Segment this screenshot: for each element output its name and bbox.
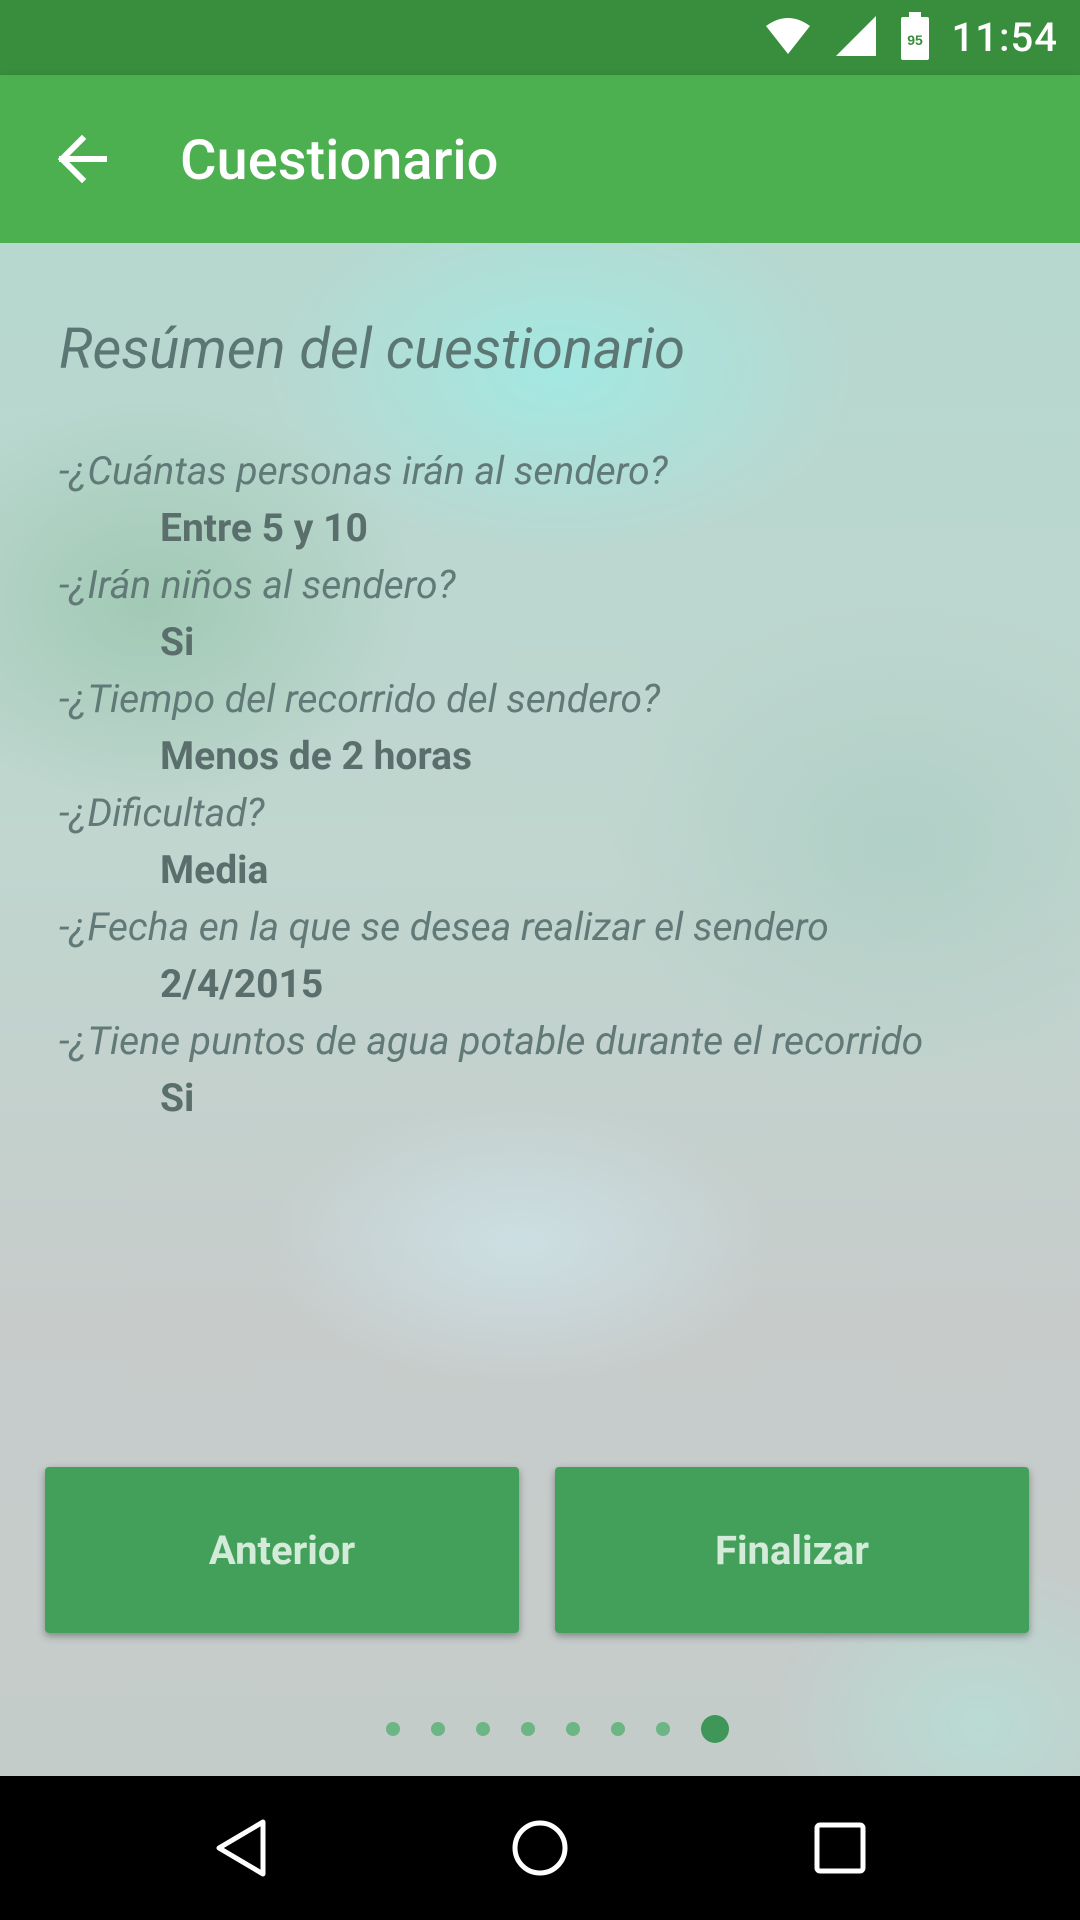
arrow-left-icon <box>54 134 114 191</box>
page-dot <box>475 1722 490 1736</box>
wifi-icon <box>764 16 812 60</box>
clock: 11:54 <box>951 14 1058 61</box>
answer-difficulty: Media <box>160 847 269 893</box>
page-indicator <box>0 1715 1080 1743</box>
back-triangle-icon[interactable] <box>207 1814 275 1882</box>
answer-people-count: Entre 5 y 10 <box>160 505 368 551</box>
back-button[interactable] <box>54 131 114 187</box>
page-dot <box>385 1722 400 1736</box>
app-bar: Cuestionario <box>0 75 1080 243</box>
battery-level: 95 <box>907 32 923 48</box>
recents-square-icon[interactable] <box>806 1814 874 1882</box>
battery-icon: 95 <box>900 11 930 64</box>
page-dot <box>430 1722 445 1736</box>
status-icons: 95 11:54 <box>764 0 1058 75</box>
navigation-bar <box>0 1776 1080 1920</box>
page-dot-active <box>700 1715 729 1743</box>
question-people-count: -¿Cuántas personas irán al sendero? <box>59 448 668 494</box>
question-water-points: -¿Tiene puntos de agua potable durante e… <box>59 1018 924 1064</box>
answer-water-points: Si <box>160 1075 195 1121</box>
page-dot <box>520 1722 535 1736</box>
status-bar: 95 11:54 <box>0 0 1080 75</box>
question-difficulty: -¿Dificultad? <box>59 790 265 836</box>
answer-children: Si <box>160 619 195 665</box>
finish-button[interactable]: Finalizar <box>555 1467 1029 1633</box>
question-duration: -¿Tiempo del recorrido del sendero? <box>59 676 661 722</box>
questionnaire-summary: Resúmen del cuestionario -¿Cuántas perso… <box>0 243 1080 1776</box>
page-dot <box>565 1722 580 1736</box>
answer-date: 2/4/2015 <box>160 961 324 1007</box>
page-title: Cuestionario <box>180 127 499 193</box>
question-date: -¿Fecha en la que se desea realizar el s… <box>59 904 829 950</box>
cell-signal-icon <box>834 14 878 62</box>
summary-title: Resúmen del cuestionario <box>59 316 686 382</box>
previous-button[interactable]: Anterior <box>45 1467 519 1633</box>
answer-duration: Menos de 2 horas <box>160 733 472 779</box>
home-circle-icon[interactable] <box>506 1814 574 1882</box>
page-dot <box>655 1722 670 1736</box>
page-dot <box>610 1722 625 1736</box>
qa-list: -¿Cuántas personas irán al sendero? Entr… <box>59 443 1059 1127</box>
question-children: -¿Irán niños al sendero? <box>59 562 456 608</box>
